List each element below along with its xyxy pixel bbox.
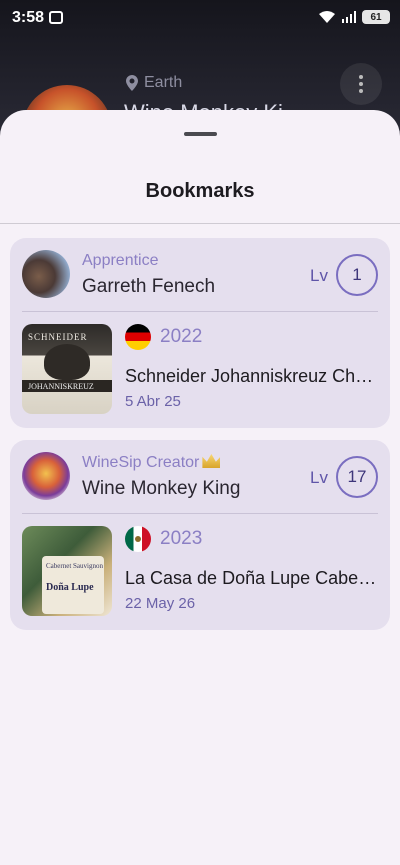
bookmark-date: 5 Abr 25 (125, 393, 181, 410)
user-avatar[interactable] (22, 250, 70, 298)
more-vert-icon (359, 75, 363, 93)
level-value: 1 (352, 265, 362, 284)
bookmark-date: 22 May 26 (125, 595, 196, 612)
status-time: 3:58 (12, 9, 45, 26)
level-value: 17 (347, 467, 367, 486)
wifi-icon (319, 11, 335, 23)
status-bar: 3:58 61 (0, 0, 400, 36)
user-name[interactable]: Garreth Fenech (82, 276, 215, 298)
location-label: Earth (144, 74, 183, 91)
crown-icon (202, 454, 221, 468)
level-badge: 1 (336, 254, 378, 296)
mexico-flag-icon (125, 526, 151, 552)
more-options-button[interactable] (340, 63, 382, 105)
user-rank: Apprentice (82, 252, 159, 269)
user-name[interactable]: Wine Monkey King (82, 478, 240, 500)
bookmark-card[interactable]: WineSip Creator Wine Monkey King Lv 17 C… (10, 440, 390, 630)
user-avatar[interactable] (22, 452, 70, 500)
wine-vintage: 2023 (160, 528, 203, 549)
bottle-label-title: Doña Lupe (46, 582, 94, 593)
user-rank-label: WineSip Creator (82, 454, 200, 471)
signal-icon (342, 11, 356, 23)
bottle-band-text: JOHANNISKREUZ (28, 382, 94, 391)
card-divider (22, 513, 378, 514)
screen-record-icon (49, 11, 63, 24)
sheet-title: Bookmarks (145, 180, 255, 202)
profile-location: Earth (126, 74, 182, 92)
germany-flag-icon (125, 324, 151, 350)
battery-icon: 61 (362, 10, 390, 24)
level-prefix: Lv (310, 468, 328, 487)
bookmark-card[interactable]: Apprentice Garreth Fenech Lv 1 SCHNEIDER… (10, 238, 390, 428)
status-icons: 61 (318, 10, 390, 24)
title-divider (0, 223, 400, 224)
user-rank: WineSip Creator (82, 454, 221, 472)
wine-bottle-image[interactable]: SCHNEIDER JOHANNISKREUZ (22, 324, 112, 414)
bookmarks-sheet: Bookmarks Apprentice Garreth Fenech Lv 1… (0, 110, 400, 865)
card-divider (22, 311, 378, 312)
level-prefix: Lv (310, 266, 328, 285)
sheet-drag-handle[interactable] (184, 132, 217, 136)
location-pin-icon (126, 75, 138, 91)
wine-name[interactable]: Schneider Johanniskreuz Chardonnay (125, 366, 377, 387)
bottle-label-text: Cabernet Sauvignon (46, 562, 103, 570)
level-badge: 17 (336, 456, 378, 498)
bottle-label-text: SCHNEIDER (28, 332, 88, 342)
wine-bottle-image[interactable]: Cabernet Sauvignon Doña Lupe (22, 526, 112, 616)
wine-name[interactable]: La Casa de Doña Lupe Cabernet Sauvignon (125, 568, 377, 589)
wine-vintage: 2022 (160, 326, 203, 347)
tree-emblem (44, 344, 90, 380)
